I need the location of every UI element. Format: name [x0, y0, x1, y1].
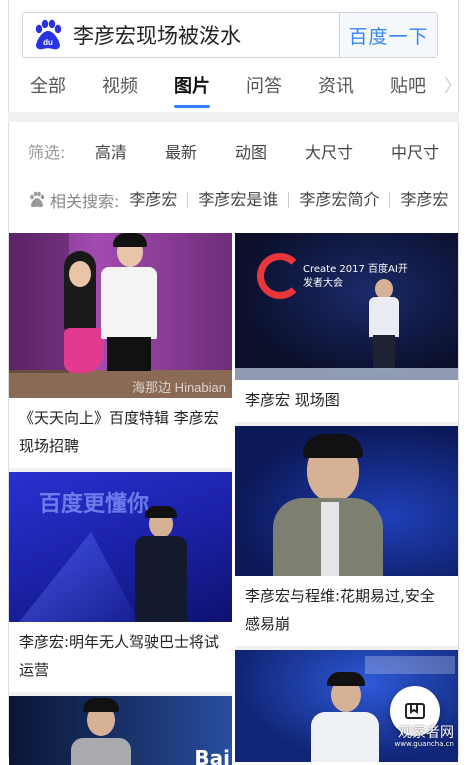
tab-tieba[interactable]: 贴吧: [390, 64, 426, 106]
baidu-paw-logo-icon[interactable]: du: [31, 18, 65, 52]
related-item[interactable]: 李彦宏: [119, 192, 189, 208]
result-caption[interactable]: 李彦宏:明年无人驾驶巴士将试运营: [9, 622, 232, 692]
filter-large[interactable]: 大尺寸: [305, 139, 353, 163]
tab-video[interactable]: 视频: [102, 64, 138, 106]
tab-news[interactable]: 资讯: [318, 64, 354, 106]
related-searches: 相关搜索: 李彦宏 李彦宏是谁 李彦宏简介 李彦宏: [8, 182, 459, 218]
search-input[interactable]: 李彦宏现场被泼水: [65, 20, 339, 50]
search-button[interactable]: 百度一下: [339, 13, 437, 57]
image-overlay-text: 百度更懂你: [39, 492, 150, 517]
image-result-card[interactable]: 海那边 Hinabian 《天天向上》百度特辑 李彦宏现场招聘: [9, 233, 232, 468]
tab-all[interactable]: 全部: [30, 64, 66, 106]
result-image[interactable]: Create 2017 百度AI开发者大会: [235, 233, 458, 380]
related-item[interactable]: 李彦宏: [390, 192, 458, 208]
search-bar[interactable]: du 李彦宏现场被泼水 百度一下: [22, 12, 438, 58]
image-overlay-text: 海那边 Hinabian: [132, 380, 226, 395]
result-image[interactable]: Bai: [9, 696, 232, 765]
image-result-card[interactable]: Bai: [9, 696, 232, 765]
result-image[interactable]: 百度更懂你: [9, 472, 232, 622]
result-caption[interactable]: 《天天向上》百度特辑 李彦宏现场招聘: [9, 398, 232, 468]
related-item[interactable]: 李彦宏简介: [289, 192, 391, 208]
result-caption[interactable]: 李彦宏与程维:花期易过,安全感易崩: [235, 576, 458, 646]
tab-overflow-icon[interactable]: 〉: [444, 72, 462, 98]
result-image[interactable]: [235, 426, 458, 576]
bookmark-folder-icon: [405, 703, 425, 719]
tab-qa[interactable]: 问答: [246, 64, 282, 106]
filter-label: 筛选:: [28, 143, 66, 162]
results-column-left: 海那边 Hinabian 《天天向上》百度特辑 李彦宏现场招聘 百度更懂你 李彦…: [9, 233, 232, 765]
result-image[interactable]: 海那边 Hinabian: [9, 233, 232, 398]
result-caption[interactable]: 李彦宏 现场图: [235, 380, 458, 422]
filter-medium[interactable]: 中尺寸: [391, 139, 439, 163]
filter-latest[interactable]: 最新: [165, 139, 197, 163]
related-item[interactable]: 李彦宏是谁: [188, 192, 290, 208]
watermark-text: 观察者网: [398, 725, 454, 741]
results-column-right: Create 2017 百度AI开发者大会 李彦宏 现场图 李彦宏与程维:花期易…: [235, 233, 458, 762]
image-overlay-text: Bai: [194, 746, 230, 765]
paw-icon: [30, 191, 45, 208]
svg-text:du: du: [43, 38, 53, 47]
image-result-card[interactable]: Create 2017 百度AI开发者大会 李彦宏 现场图: [235, 233, 458, 422]
filter-bar: 筛选: 高清 最新 动图 大尺寸 中尺寸: [8, 130, 459, 172]
tab-bar: 全部 视频 图片 问答 资讯 贴吧 〉: [8, 62, 462, 108]
image-result-card[interactable]: 百度更懂你 李彦宏:明年无人驾驶巴士将试运营: [9, 472, 232, 692]
watermark-url: www.guancha.cn: [394, 740, 454, 748]
filter-hd[interactable]: 高清: [95, 139, 127, 163]
site-watermark: 观察者网 www.guancha.cn: [395, 726, 454, 749]
section-divider: [8, 112, 459, 122]
image-result-card[interactable]: 李彦宏与程维:花期易过,安全感易崩: [235, 426, 458, 646]
tab-images[interactable]: 图片: [174, 64, 210, 108]
image-overlay-text: Create 2017 百度AI开发者大会: [303, 264, 408, 289]
filter-animated[interactable]: 动图: [235, 139, 267, 163]
related-label: 相关搜索:: [50, 192, 120, 211]
